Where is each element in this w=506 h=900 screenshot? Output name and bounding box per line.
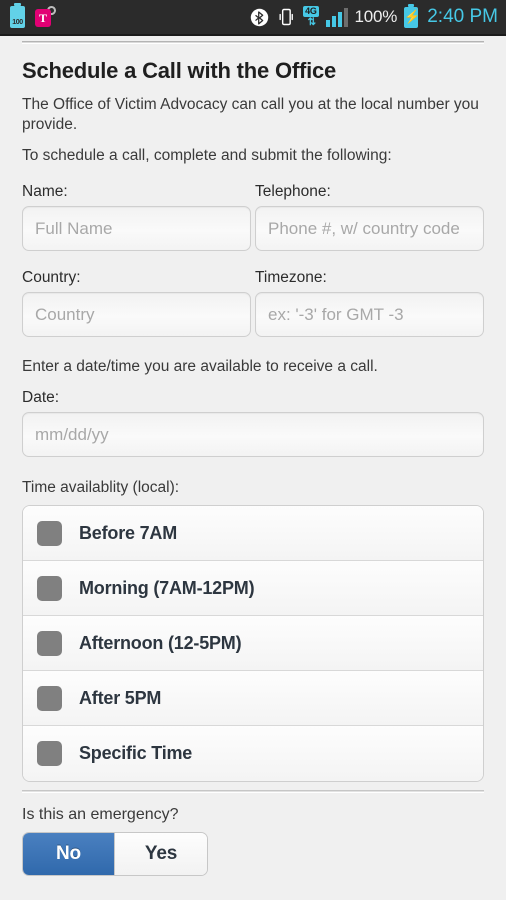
availability-option-afternoon[interactable]: Afternoon (12-5PM): [23, 616, 483, 672]
page-title: Schedule a Call with the Office: [22, 58, 337, 83]
emergency-question-label: Is this an emergency?: [22, 806, 179, 824]
checkbox-icon[interactable]: [37, 575, 62, 601]
availability-option-label: Morning (7AM-12PM): [79, 577, 255, 598]
network-4g-icon: 4G ⇅: [303, 6, 319, 28]
availability-option-label: Specific Time: [79, 743, 193, 764]
network-activity-arrows-icon: ⇅: [307, 17, 317, 28]
status-bar-left-group: 100: [10, 3, 58, 28]
emergency-option-yes[interactable]: Yes: [115, 833, 207, 876]
signal-bar-4: [343, 7, 348, 27]
availability-option-morning[interactable]: Morning (7AM-12PM): [23, 561, 483, 617]
date-label: Date:: [22, 389, 60, 407]
checkbox-icon[interactable]: [37, 630, 62, 656]
telephone-label: Telephone:: [255, 183, 331, 201]
telephone-field-group: Telephone:: [255, 183, 484, 252]
status-bar-right-group: 4G ⇅ 100% ⚡ 2:40 PM: [250, 3, 498, 28]
country-label: Country:: [22, 269, 81, 287]
battery-level-label: 100: [12, 19, 23, 26]
vibrate-icon: [279, 8, 294, 26]
emergency-section: Is this an emergency? No Yes: [0, 806, 506, 877]
header-divider: [22, 41, 484, 44]
availability-option-specific-time[interactable]: Specific Time: [23, 726, 483, 782]
tmobile-tag-icon: [35, 9, 51, 27]
country-timezone-row: Country: Timezone:: [22, 269, 484, 338]
battery-level-icon: 100: [10, 3, 25, 28]
name-telephone-row: Name: Telephone:: [22, 183, 484, 252]
availability-option-label: After 5PM: [79, 687, 162, 708]
signal-bar-2: [331, 15, 336, 27]
availability-option-before-7am[interactable]: Before 7AM: [23, 506, 483, 562]
instruction-paragraph: To schedule a call, complete and submit …: [22, 146, 392, 164]
availability-option-after-5pm[interactable]: After 5PM: [23, 671, 483, 727]
emergency-option-no[interactable]: No: [23, 833, 115, 876]
signal-bar-3: [337, 11, 342, 27]
battery-charging-icon: ⚡: [404, 3, 421, 28]
page-content: Schedule a Call with the Office The Offi…: [0, 58, 506, 783]
tmobile-logo-icon: [35, 4, 58, 28]
checkbox-icon[interactable]: [37, 741, 62, 767]
battery-percent-label: 100%: [354, 7, 398, 26]
name-input[interactable]: [22, 206, 251, 252]
charging-bolt-icon: ⚡: [404, 8, 421, 24]
network-type-label: 4G: [303, 6, 319, 17]
intro-paragraph: The Office of Victim Advocacy can call y…: [22, 96, 479, 133]
checkbox-icon[interactable]: [37, 685, 62, 711]
availability-checklist: Before 7AM Morning (7AM-12PM) Afternoon …: [22, 505, 484, 783]
telephone-input[interactable]: [255, 206, 484, 252]
name-label: Name:: [22, 183, 68, 201]
signal-strength-icon: [325, 7, 348, 27]
availability-option-label: Afternoon (12-5PM): [79, 632, 242, 653]
availability-label: Time availablity (local):: [22, 479, 180, 497]
date-input[interactable]: [22, 412, 484, 458]
country-field-group: Country:: [22, 269, 251, 338]
emergency-toggle-group: No Yes: [22, 832, 208, 877]
name-field-group: Name:: [22, 183, 251, 252]
timezone-label: Timezone:: [255, 269, 327, 287]
date-hint-text: Enter a date/time you are available to r…: [22, 358, 378, 376]
signal-bar-1: [325, 19, 330, 27]
availability-option-label: Before 7AM: [79, 522, 178, 543]
bluetooth-icon: [250, 8, 269, 26]
timezone-field-group: Timezone:: [255, 269, 484, 338]
country-input[interactable]: [22, 292, 251, 338]
timezone-input[interactable]: [255, 292, 484, 338]
checkbox-icon[interactable]: [37, 520, 62, 546]
emergency-section-divider: [22, 790, 484, 794]
status-bar: 100 4G ⇅ 100% ⚡ 2:4: [0, 0, 506, 36]
clock-label: 2:40 PM: [427, 6, 498, 27]
